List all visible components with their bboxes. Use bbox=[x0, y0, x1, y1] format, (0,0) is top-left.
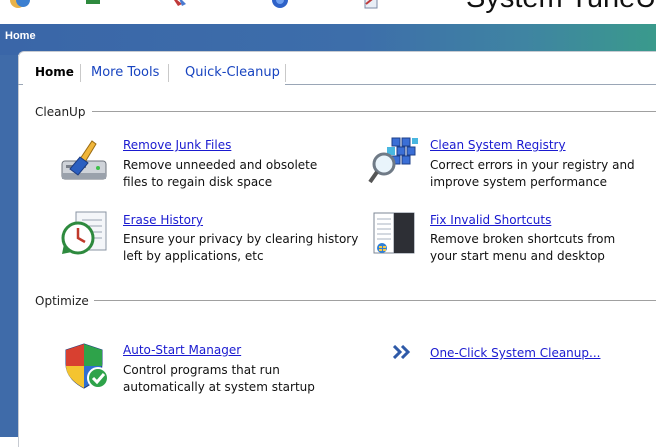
one-click-system-cleanup-link[interactable]: One-Click System Cleanup... bbox=[430, 346, 600, 360]
left-edge bbox=[0, 55, 18, 437]
tab-quick-cleanup[interactable]: Quick-Cleanup bbox=[185, 65, 280, 86]
section-title-optimize: Optimize bbox=[35, 294, 89, 308]
fix-invalid-shortcuts-link[interactable]: Fix Invalid Shortcuts bbox=[430, 213, 551, 227]
section-divider bbox=[94, 300, 656, 301]
toolbar-icon-4[interactable] bbox=[270, 0, 290, 10]
tab-home[interactable]: Home bbox=[35, 64, 74, 85]
erase-history-link[interactable]: Erase History bbox=[123, 213, 203, 227]
tab-baseline bbox=[285, 84, 656, 85]
auto-start-manager-desc-1: Control programs that run bbox=[123, 363, 280, 377]
header-title: Home bbox=[5, 30, 36, 42]
double-chevron-right-icon bbox=[393, 345, 411, 359]
start-menu-icon bbox=[373, 212, 415, 254]
erase-history-desc-1: Ensure your privacy by clearing history bbox=[123, 232, 359, 246]
history-clock-icon bbox=[61, 211, 107, 255]
app-title: System TuneUp bbox=[466, 0, 656, 15]
clean-system-registry-desc-1: Correct errors in your registry and bbox=[430, 158, 635, 172]
toolbar-icon-2[interactable] bbox=[84, 0, 104, 10]
auto-start-manager-desc-2: automatically at system startup bbox=[123, 380, 315, 394]
section-divider bbox=[92, 111, 656, 112]
clean-system-registry-link[interactable]: Clean System Registry bbox=[430, 138, 566, 152]
tab-separator bbox=[168, 64, 169, 82]
tab-separator bbox=[80, 64, 81, 82]
tab-more-tools[interactable]: More Tools bbox=[91, 65, 159, 86]
fix-invalid-shortcuts-desc-1: Remove broken shortcuts from bbox=[430, 232, 616, 246]
fix-invalid-shortcuts-desc-2: your start menu and desktop bbox=[430, 249, 605, 263]
section-title-cleanup: CleanUp bbox=[35, 105, 86, 119]
toolbar-icon-3[interactable] bbox=[168, 0, 188, 10]
toolbar-icon-5[interactable] bbox=[362, 0, 382, 10]
clean-system-registry-desc-2: improve system performance bbox=[430, 175, 607, 189]
tab-baseline bbox=[18, 84, 23, 85]
tab-bar: Home More Tools Quick-Cleanup bbox=[18, 63, 656, 85]
remove-junk-files-desc-2: files to regain disk space bbox=[123, 175, 273, 189]
broom-drive-icon bbox=[61, 140, 107, 180]
shield-check-icon bbox=[65, 343, 109, 389]
toolbar-strip: System TuneUp bbox=[0, 0, 656, 24]
toolbar-icon-1[interactable] bbox=[10, 0, 30, 10]
remove-junk-files-desc-1: Remove unneeded and obsolete bbox=[123, 158, 318, 172]
remove-junk-files-link[interactable]: Remove Junk Files bbox=[123, 138, 231, 152]
registry-magnifier-icon bbox=[368, 137, 418, 184]
auto-start-manager-link[interactable]: Auto-Start Manager bbox=[123, 343, 241, 357]
tab-separator bbox=[285, 64, 286, 82]
erase-history-desc-2: left by applications, etc bbox=[123, 249, 264, 263]
